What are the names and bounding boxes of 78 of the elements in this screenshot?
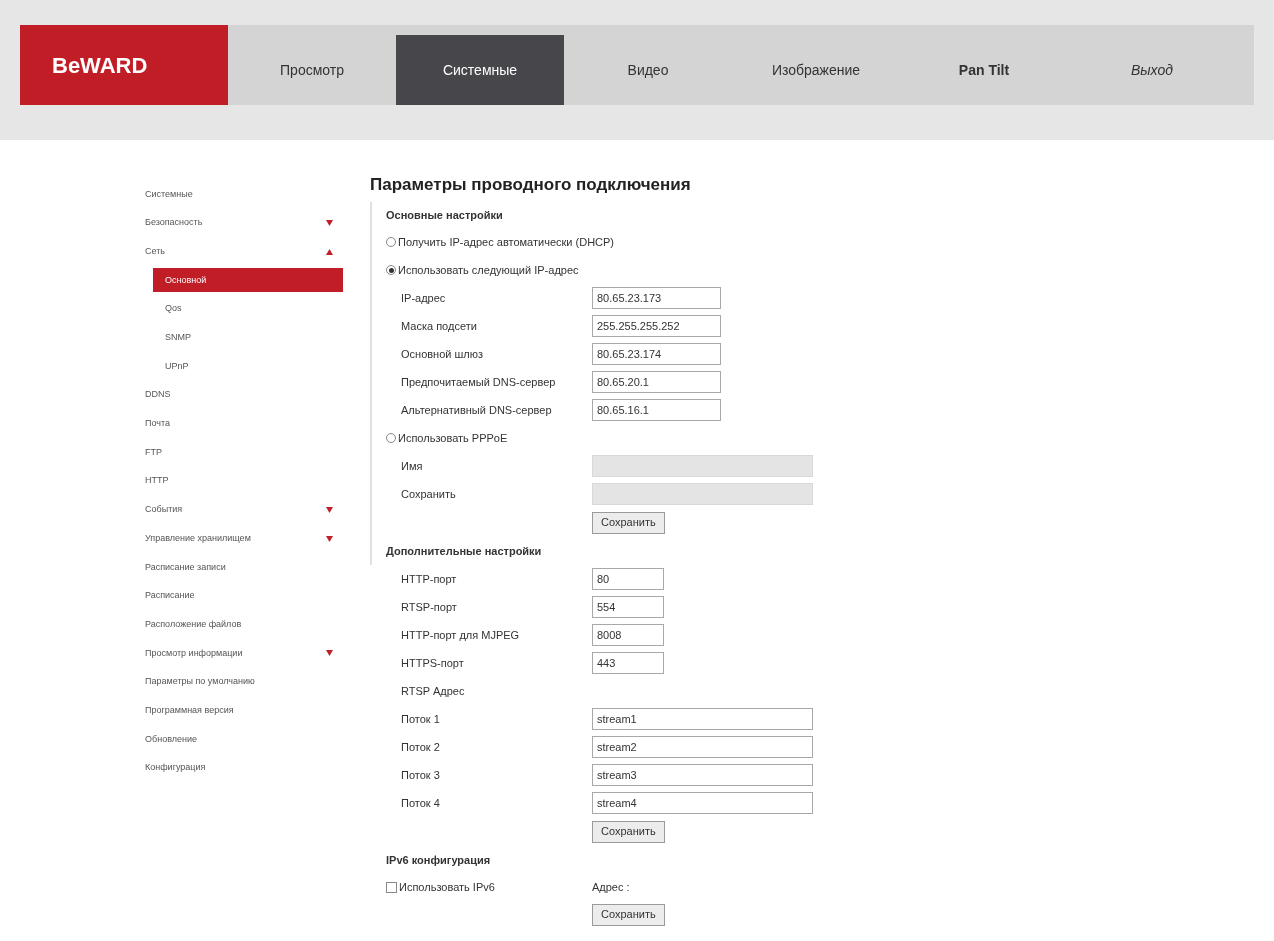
field-label: Поток 4 [400,795,441,811]
sidebar-item[interactable]: Сеть [145,244,166,259]
nav-tab[interactable]: Изображение [732,35,900,105]
expand-arrow-icon[interactable] [326,506,333,513]
radio-button[interactable] [386,265,396,275]
input-field[interactable]: 80.65.23.173 [592,287,721,309]
nav-tab[interactable]: Системные [396,35,564,105]
expand-arrow-icon[interactable] [326,535,333,542]
save-button[interactable]: Сохранить [592,511,665,534]
expand-arrow-icon[interactable] [326,220,333,227]
input-field[interactable]: 80.65.16.1 [592,399,721,421]
field-label: HTTP-порт для MJPEG [400,627,521,643]
input-field[interactable]: 80.65.23.174 [592,343,721,365]
field-label: Поток 2 [400,739,441,755]
field-label: Адрес : [592,879,630,895]
sidebar-item[interactable]: Управление хранилищем [145,531,251,546]
field-label: Основной шлюз [400,346,485,362]
sidebar-item[interactable]: Обновление [145,732,197,747]
nav-tab[interactable]: Просмотр [228,35,396,105]
input-field[interactable]: 554 [592,596,664,618]
sidebar-item[interactable]: FTP [145,445,162,460]
field-label: Сохранить [400,486,457,502]
sidebar-subitem[interactable]: Qos [153,297,182,322]
field-label: Поток 3 [400,767,441,783]
sidebar-item[interactable]: Расписание записи [145,560,226,575]
logo: BeWARD [20,25,228,105]
input-field[interactable]: stream3 [592,764,813,786]
nav-tab[interactable]: Выход [1068,35,1236,105]
field-label: RTSP Адрес [400,683,465,699]
field-label: Маска подсети [400,318,478,334]
field-label: Имя [400,458,424,474]
sidebar-item[interactable]: События [145,503,183,517]
sidebar-item[interactable]: Просмотр информации [145,646,243,661]
field-label: IP-адрес [400,290,447,306]
sidebar-item[interactable]: Программная версия [145,703,234,718]
collapse-arrow-icon[interactable] [326,248,333,255]
field-label: HTTPS-порт [400,655,465,671]
checkbox[interactable] [386,881,397,893]
radio-label: Получить IP-адрес автоматически (DHCP) [398,234,614,250]
save-button[interactable]: Сохранить [592,903,665,926]
sidebar-item[interactable]: Системные [145,187,193,202]
sidebar-subitem[interactable]: SNMP [153,325,191,350]
save-button[interactable]: Сохранить [592,820,665,843]
sidebar-item[interactable]: Безопасность [145,216,203,230]
expand-arrow-icon[interactable] [326,650,333,657]
sidebar-item[interactable]: Расположение файлов [145,617,242,632]
sidebar-item[interactable]: Почта [145,417,170,431]
nav-tab[interactable]: Pan Tilt [900,35,1068,105]
input-field[interactable]: stream2 [592,736,813,758]
sidebar-subitem[interactable]: UPnP [153,354,189,379]
input-field[interactable]: 80 [592,568,664,590]
radio-button[interactable] [386,433,396,443]
input-field[interactable]: 8008 [592,624,664,646]
field-label: HTTP-порт [400,571,458,587]
field-label: Предпочитаемый DNS-сервер [400,374,557,390]
sidebar-item[interactable]: DDNS [145,388,171,402]
radio-label: Использовать следующий IP-адрес [398,262,579,278]
sidebar-subitem[interactable]: Основной [153,268,343,293]
input-field[interactable]: 443 [592,652,664,674]
field-label: RTSP-порт [400,599,458,615]
field-label: Поток 1 [400,711,441,727]
sidebar-item[interactable]: Параметры по умолчанию [145,675,255,689]
radio-button[interactable] [386,237,396,247]
sidebar-item[interactable]: Расписание [145,589,195,603]
sidebar-item[interactable]: HTTP [145,474,169,488]
input-field[interactable]: 255.255.255.252 [592,315,721,337]
field-label: Альтернативный DNS-сервер [400,402,553,418]
section-title: Дополнительные настройки [386,544,543,559]
page-title: Параметры проводного подключения [370,174,692,196]
input-field[interactable]: stream4 [592,792,813,814]
section-title: IPv6 конфигурация [386,853,492,868]
nav-tab[interactable]: Видео [564,35,732,105]
checkbox-label: Использовать IPv6 [399,879,495,895]
section-title: Основные настройки [386,208,504,223]
radio-label: Использовать PPPoE [398,430,508,446]
input-field[interactable]: stream1 [592,708,813,730]
sidebar-item[interactable]: Конфигурация [145,761,206,775]
input-field[interactable]: 80.65.20.1 [592,371,721,393]
